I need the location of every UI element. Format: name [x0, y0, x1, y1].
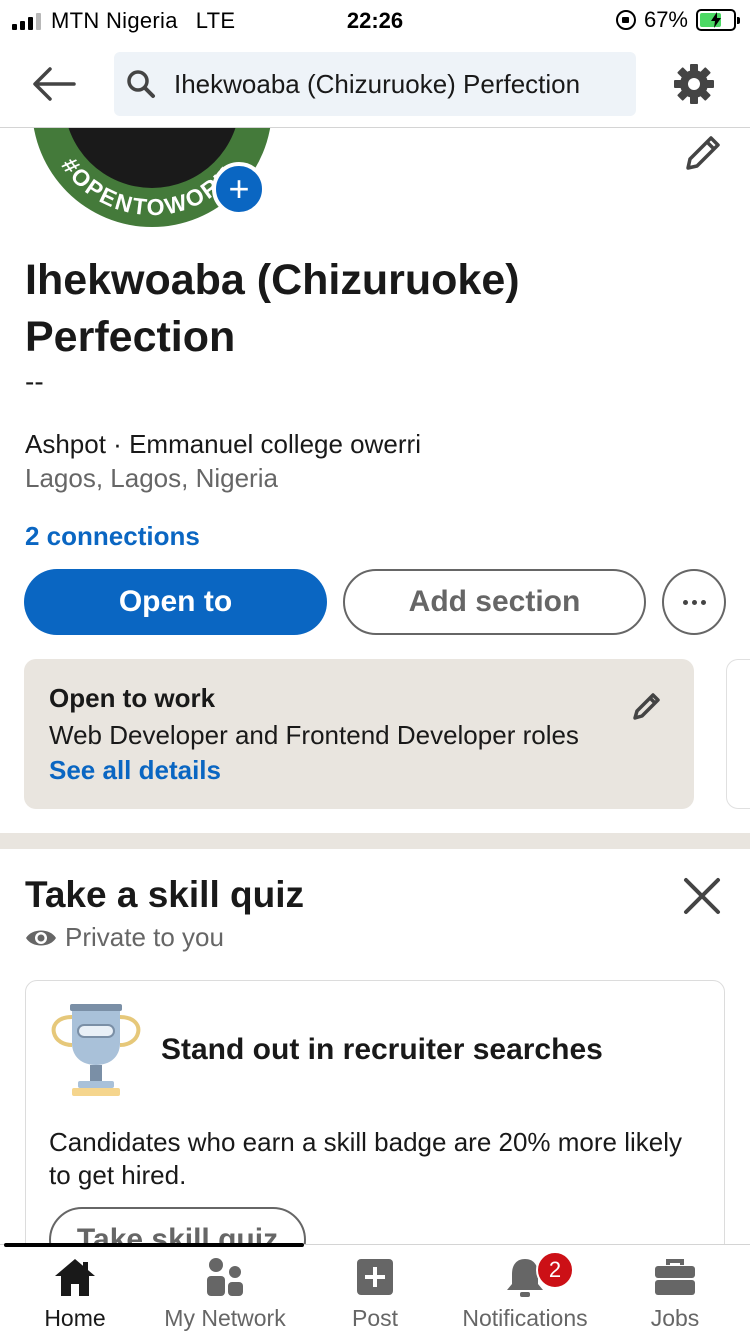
- open-to-work-card[interactable]: Open to work Web Developer and Frontend …: [24, 659, 694, 809]
- open-to-work-description: Web Developer and Frontend Developer rol…: [49, 720, 579, 750]
- skill-quiz-card: Stand out in recruiter searches Candidat…: [25, 980, 725, 1273]
- education-name[interactable]: Emmanuel college owerri: [129, 429, 421, 459]
- orientation-lock-icon: [615, 10, 636, 30]
- ellipsis-icon[interactable]: [662, 569, 726, 635]
- separator: ·: [105, 429, 130, 459]
- network-icon: [203, 1255, 247, 1299]
- status-right: 67%: [615, 7, 740, 33]
- search-icon: [127, 70, 155, 98]
- company-name[interactable]: Ashpot: [25, 429, 106, 459]
- nav-label-post: Post: [351, 1305, 399, 1331]
- battery-percent: 67%: [643, 7, 688, 32]
- notification-badge: 2: [536, 1251, 574, 1289]
- quiz-card-body: Candidates who earn a skill badge are 20…: [49, 1127, 683, 1190]
- status-bar: MTN Nigeria LTE 22:26 67%: [0, 0, 750, 42]
- search-query: Ihekwoaba (Chizuruoke) Perfection: [174, 68, 581, 99]
- profile-headline: --: [25, 366, 44, 397]
- gear-icon[interactable]: [672, 62, 716, 106]
- profile-location: Lagos, Lagos, Nigeria: [25, 463, 278, 493]
- briefcase-icon: [653, 1255, 697, 1299]
- quiz-card-headline: Stand out in recruiter searches: [161, 1033, 603, 1066]
- back-arrow-icon[interactable]: [30, 64, 80, 104]
- trophy-icon: [51, 1004, 141, 1096]
- profile-name: Ihekwoaba (Chizuruoke) Perfection: [25, 256, 520, 361]
- privacy-note: Private to you: [25, 922, 224, 953]
- nav-item-post[interactable]: Post: [300, 1245, 450, 1334]
- nav-item-jobs[interactable]: Jobs: [600, 1245, 750, 1334]
- bottom-nav: Home My Network Post 2 Notifications Job…: [0, 1244, 750, 1334]
- search-input[interactable]: Ihekwoaba (Chizuruoke) Perfection: [114, 52, 636, 116]
- nav-item-home[interactable]: Home: [0, 1245, 150, 1334]
- eye-icon: [26, 930, 56, 945]
- company-education-line: Ashpot · Emmanuel college owerri: [25, 429, 421, 460]
- post-icon: [355, 1255, 395, 1299]
- nav-label-jobs: Jobs: [650, 1305, 700, 1331]
- close-icon[interactable]: [682, 876, 722, 916]
- skill-quiz-title: Take a skill quiz: [25, 874, 304, 915]
- nav-item-my-network[interactable]: My Network: [150, 1245, 300, 1334]
- open-to-work-title: Open to work: [49, 683, 216, 713]
- top-nav: Ihekwoaba (Chizuruoke) Perfection: [0, 42, 750, 128]
- add-section-button[interactable]: Add section: [343, 569, 646, 635]
- add-photo-button[interactable]: +: [212, 162, 266, 216]
- nav-label-my-network: My Network: [164, 1305, 286, 1331]
- edit-pencil-icon[interactable]: [630, 689, 664, 723]
- next-card-peek[interactable]: [726, 659, 750, 809]
- privacy-label: Private to you: [65, 922, 224, 952]
- battery-icon: [696, 9, 740, 31]
- edit-pencil-icon[interactable]: [682, 132, 724, 174]
- nav-item-notifications[interactable]: 2 Notifications: [450, 1245, 600, 1334]
- connections-link[interactable]: 2 connections: [25, 521, 200, 552]
- section-divider: [0, 833, 750, 849]
- scroll-indicator: [4, 1243, 304, 1247]
- open-to-button[interactable]: Open to: [24, 569, 327, 635]
- nav-label-notifications: Notifications: [462, 1305, 588, 1331]
- nav-label-home: Home: [44, 1305, 106, 1331]
- see-all-details-link[interactable]: See all details: [49, 755, 669, 786]
- home-icon: [52, 1255, 98, 1299]
